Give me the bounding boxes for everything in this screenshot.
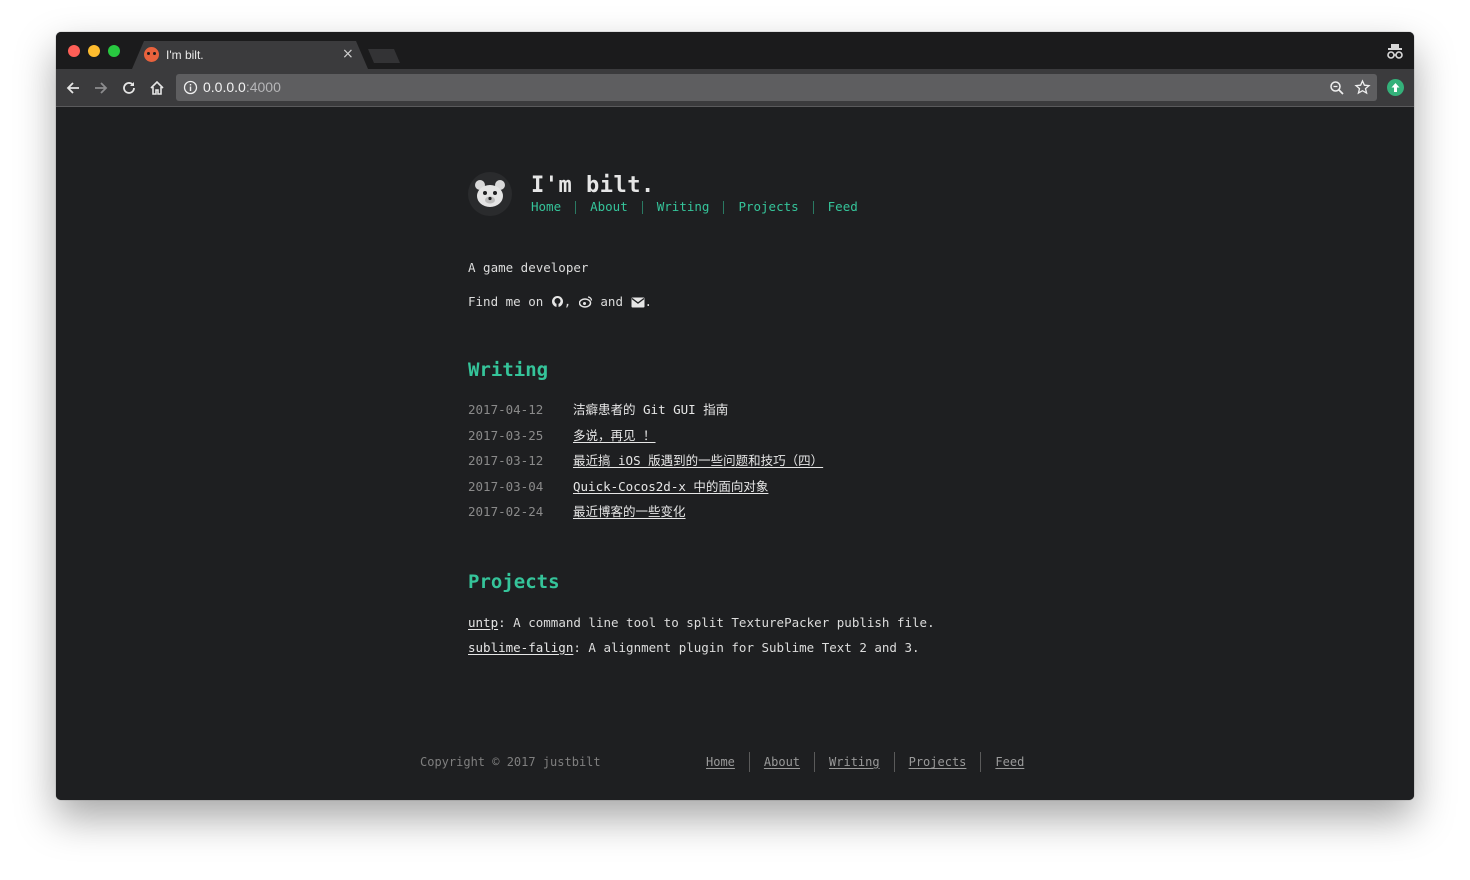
avatar[interactable] xyxy=(468,172,512,216)
info-icon[interactable] xyxy=(183,80,198,95)
find-me-prefix: Find me on xyxy=(468,294,544,309)
post-date: 2017-03-04 xyxy=(468,479,544,494)
update-extension-icon[interactable] xyxy=(1387,79,1404,96)
find-me-and: and xyxy=(600,294,623,309)
footer-link-home[interactable]: Home xyxy=(706,754,735,772)
tab-strip: I'm bilt. × xyxy=(56,32,1414,69)
post-date: 2017-03-12 xyxy=(468,453,544,468)
new-tab-button[interactable] xyxy=(368,49,400,63)
footer-divider xyxy=(893,752,895,772)
project-item: untp: A command line tool to split Textu… xyxy=(468,614,935,632)
address-bar[interactable]: 0.0.0.0:4000 xyxy=(176,74,1377,101)
footer-divider xyxy=(748,752,750,772)
nav-about[interactable]: About xyxy=(590,199,628,215)
back-arrow-icon[interactable] xyxy=(64,79,82,97)
project-item: sublime-falign: A alignment plugin for S… xyxy=(468,639,920,657)
post-link[interactable]: 洁癖患者的 Git GUI 指南 xyxy=(573,402,728,417)
footer-link-about[interactable]: About xyxy=(764,754,800,772)
bear-avatar-icon xyxy=(475,180,505,207)
url-host: 0.0.0.0 xyxy=(203,79,246,95)
tagline: A game developer xyxy=(468,260,589,275)
post-date: 2017-02-24 xyxy=(468,504,544,519)
weibo-icon[interactable] xyxy=(578,295,593,308)
close-window-button[interactable] xyxy=(68,45,80,57)
post-row: 2017-03-25 多说，再见 ！ xyxy=(468,427,656,445)
mail-icon[interactable] xyxy=(631,297,645,308)
project-description: : A alignment plugin for Sublime Text 2 … xyxy=(573,640,920,655)
projects-heading: Projects xyxy=(468,571,560,593)
browser-toolbar: 0.0.0.0:4000 xyxy=(56,69,1414,107)
post-date: 2017-04-12 xyxy=(468,402,544,417)
minimize-window-button[interactable] xyxy=(88,45,100,57)
nav-divider xyxy=(723,201,725,214)
project-link[interactable]: sublime-falign xyxy=(468,640,573,655)
nav-home[interactable]: Home xyxy=(531,199,561,215)
zoom-window-button[interactable] xyxy=(108,45,120,57)
post-link[interactable]: 多说，再见 ！ xyxy=(573,428,656,443)
copyright-text: Copyright © 2017 justbilt xyxy=(420,755,601,769)
zoom-icon[interactable] xyxy=(1329,80,1345,96)
footer-link-projects[interactable]: Projects xyxy=(909,754,967,772)
writing-heading: Writing xyxy=(468,359,549,381)
url-port: :4000 xyxy=(245,79,281,95)
home-icon[interactable] xyxy=(148,79,166,97)
find-me-end: . xyxy=(644,294,653,309)
post-link[interactable]: 最近博客的一些变化 xyxy=(573,504,686,519)
footer-link-writing[interactable]: Writing xyxy=(829,754,880,772)
nav-divider xyxy=(812,201,814,214)
tab-title: I'm bilt. xyxy=(166,48,204,62)
post-link[interactable]: 最近搞 iOS 版遇到的一些问题和技巧（四） xyxy=(573,453,823,468)
github-icon[interactable] xyxy=(551,295,564,308)
url-text: 0.0.0.0:4000 xyxy=(203,79,281,96)
nav-feed[interactable]: Feed xyxy=(828,199,858,215)
post-date: 2017-03-25 xyxy=(468,428,544,443)
post-row: 2017-02-24 最近博客的一些变化 xyxy=(468,503,686,521)
nav-divider xyxy=(641,201,643,214)
post-row: 2017-03-12 最近搞 iOS 版遇到的一些问题和技巧（四） xyxy=(468,452,823,470)
bookmark-star-icon[interactable] xyxy=(1354,79,1371,96)
nav-divider xyxy=(575,201,577,214)
site-favicon-icon xyxy=(144,47,159,62)
nav-projects[interactable]: Projects xyxy=(738,199,798,215)
find-me-comma: , xyxy=(563,294,572,309)
footer-divider xyxy=(814,752,816,772)
tab-close-icon[interactable]: × xyxy=(342,46,354,62)
site-title[interactable]: I'm bilt. xyxy=(531,172,655,200)
nav-writing[interactable]: Writing xyxy=(657,199,710,215)
footer-divider xyxy=(980,752,982,772)
post-row: 2017-04-12 洁癖患者的 Git GUI 指南 xyxy=(468,401,728,419)
browser-window: I'm bilt. × 0.0.0.0:4000 I'm bilt. Home … xyxy=(56,32,1414,800)
post-row: 2017-03-04 Quick-Cocos2d-x 中的面向对象 xyxy=(468,478,768,496)
reload-icon[interactable] xyxy=(120,79,138,97)
footer-nav: Home About Writing Projects Feed xyxy=(706,752,1024,772)
post-link[interactable]: Quick-Cocos2d-x 中的面向对象 xyxy=(573,479,768,494)
page-content: I'm bilt. Home About Writing Projects Fe… xyxy=(56,108,1414,800)
footer-link-feed[interactable]: Feed xyxy=(995,754,1024,772)
project-description: : A command line tool to split TexturePa… xyxy=(498,615,935,630)
project-link[interactable]: untp xyxy=(468,615,498,630)
forward-arrow-icon[interactable] xyxy=(92,79,110,97)
header-nav: Home About Writing Projects Feed xyxy=(531,199,858,215)
find-me-line: Find me on , and . xyxy=(468,294,652,310)
incognito-icon xyxy=(1387,44,1403,59)
